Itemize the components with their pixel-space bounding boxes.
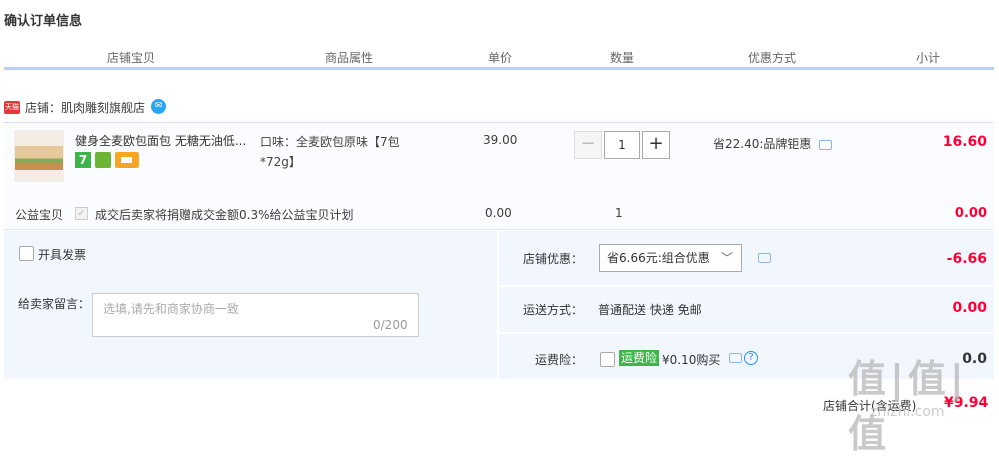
seven-day-return-icon: 7 <box>75 152 91 168</box>
charity-subtotal: 0.00 <box>954 206 987 221</box>
header-divider <box>4 67 994 70</box>
charity-checkbox: ✓ <box>75 207 88 220</box>
column-header-item: 店铺宝贝 <box>107 51 156 65</box>
shipping-value: 普通配送 快递 免邮 <box>598 303 702 317</box>
shipping-amount: 0.00 <box>952 300 987 316</box>
column-header-price: 单价 <box>488 51 513 65</box>
insurance-checkbox[interactable] <box>600 352 615 367</box>
store-discount-value: 省6.66元:组合优惠 <box>607 251 710 265</box>
quantity-input[interactable]: 1 <box>604 131 640 159</box>
charity-qty: 1 <box>615 206 623 220</box>
insurance-info-icon[interactable] <box>729 353 742 363</box>
product-name-link[interactable]: 健身全麦欧包面包 无糖无油低... <box>75 132 250 149</box>
column-header-promo: 优惠方式 <box>748 51 797 65</box>
column-header-row: 店铺宝贝 商品属性 单价 数量 优惠方式 小计 <box>0 45 999 67</box>
charity-text: 成交后卖家将捐赠成交金额0.3%给公益宝贝计划 <box>95 208 354 222</box>
store-discount-amount: -6.66 <box>946 251 987 267</box>
store-discount-select[interactable]: 省6.66元:组合优惠 ﹀ <box>599 244 742 272</box>
invoice-label: 开具发票 <box>38 248 87 262</box>
chevron-down-icon: ﹀ <box>720 251 733 265</box>
unit-price: 39.00 <box>483 133 518 147</box>
wangwang-chat-icon[interactable]: ✉ <box>151 99 166 114</box>
invoice-checkbox[interactable] <box>19 246 34 261</box>
shipping-label: 运送方式： <box>523 303 584 317</box>
promo-info-icon[interactable] <box>819 140 832 150</box>
quantity-increase-button[interactable]: + <box>642 131 670 159</box>
row-divider <box>499 285 994 287</box>
insurance-price-text: ¥0.10购买 <box>662 353 721 367</box>
row-divider <box>499 332 994 334</box>
tmall-badge-icon: 天猫 <box>4 101 20 114</box>
watermark-domain: zhizhi.com <box>870 404 945 420</box>
help-icon[interactable]: ? <box>744 351 758 365</box>
watermark-logo: 值|值|值 <box>848 357 968 456</box>
insurance-label: 运费险： <box>535 353 584 367</box>
insurance-tag: 运费险 <box>619 350 660 366</box>
panel-divider <box>497 231 499 379</box>
product-thumbnail[interactable] <box>14 130 64 182</box>
promotion-text: 省22.40:品牌钜惠 <box>713 137 812 151</box>
charity-label: 公益宝贝 <box>15 208 64 222</box>
store-discount-label: 店铺优惠： <box>523 252 584 266</box>
shop-name-link[interactable]: 店铺：肌肉雕刻旗舰店 <box>25 99 145 116</box>
discount-info-icon[interactable] <box>758 253 771 263</box>
item-subtotal: 16.60 <box>942 134 987 150</box>
column-header-qty: 数量 <box>610 51 635 65</box>
charity-price: 0.00 <box>485 206 512 220</box>
column-header-subtotal: 小计 <box>916 51 941 65</box>
quantity-decrease-button[interactable]: − <box>574 131 602 159</box>
guarantee-icon <box>95 152 111 168</box>
credit-card-icon <box>115 152 139 168</box>
message-placeholder: 选填,请先和商家协商一致 <box>103 302 239 316</box>
product-attribute: 口味：全麦欧包原味【7包*72g】 <box>260 135 400 169</box>
page-title: 确认订单信息 <box>4 14 83 29</box>
message-char-count: 0/200 <box>373 318 408 332</box>
column-header-attr: 商品属性 <box>325 51 374 65</box>
message-label: 给卖家留言： <box>18 297 91 311</box>
